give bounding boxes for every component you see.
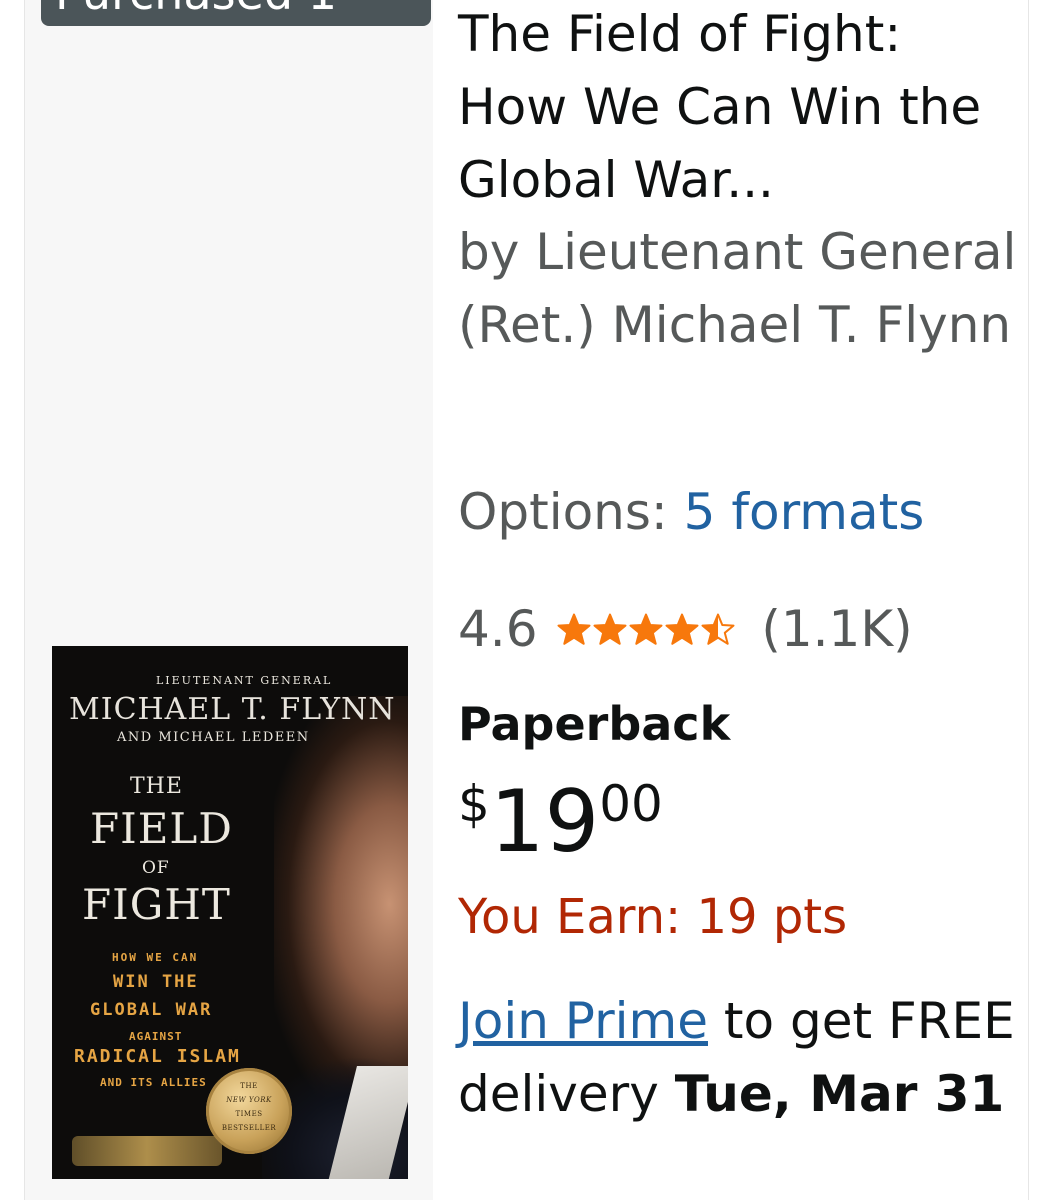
seal-line-2: NEW YORK [226,1096,272,1104]
cover-subtitle-6: AND ITS ALLIES [100,1076,207,1089]
seal-line-1: THE [240,1082,258,1090]
format-options: Options: 5 formats [458,477,924,547]
book-cover-image[interactable]: LIEUTENANT GENERAL MICHAEL T. FLYNN AND … [52,646,408,1179]
purchased-badge-label: Purchased 1 [55,0,337,16]
formats-link[interactable]: 5 formats [684,483,925,541]
rating-value: 4.6 [458,600,538,658]
price-whole: 19 [489,772,600,872]
cover-subtitle-2: WIN THE [113,972,199,992]
format-label: Paperback [458,697,731,751]
delivery-date: Tue, Mar 31 [674,1065,1005,1123]
cover-title-fight: FIGHT [82,880,231,929]
seal-line-4: BESTSELLER [221,1124,277,1132]
bestseller-seal: THE NEW YORK TIMES BESTSELLER [206,1068,292,1154]
cover-top-label: LIEUTENANT GENERAL [156,674,333,687]
star-icon [701,613,735,645]
product-title[interactable]: The Field of Fight: How We Can Win the G… [458,0,1018,217]
price-currency: $ [458,775,490,833]
star-icon [665,613,699,645]
cover-title-field: FIELD [90,804,233,853]
purchased-badge: Purchased 1 [41,0,431,26]
seal-line-3: TIMES [235,1110,263,1118]
cover-subtitle-5: RADICAL ISLAM [74,1046,241,1067]
cover-title-of: OF [142,858,170,878]
cover-author: MICHAEL T. FLYNN [69,692,396,727]
cover-insignia [72,1136,222,1166]
price-fraction: 00 [599,775,663,833]
star-icon [593,613,627,645]
cover-subtitle-1: HOW WE CAN [112,951,199,964]
star-rating-icon [557,595,737,665]
cover-title-the: THE [130,774,183,799]
rating-count: (1.1K) [761,600,913,658]
card-right-border [1028,0,1029,1200]
cover-subtitle-3: GLOBAL WAR [90,1000,213,1020]
join-prime-link[interactable]: Join Prime [458,992,708,1050]
prime-delivery-message: Join Prime to get FREE delivery Tue, Mar… [458,985,1018,1131]
star-icon [557,613,591,645]
cover-coauthor: AND MICHAEL LEDEEN [117,730,310,745]
star-icon [629,613,663,645]
options-label: Options: [458,483,684,541]
price: $1900 [458,772,663,872]
product-author: by Lieutenant General (Ret.) Michael T. … [458,223,1017,354]
rating-row[interactable]: 4.6 (1.1K) [458,594,913,664]
cover-subtitle-4: AGAINST [129,1030,183,1043]
earn-points: You Earn: 19 pts [458,889,848,945]
